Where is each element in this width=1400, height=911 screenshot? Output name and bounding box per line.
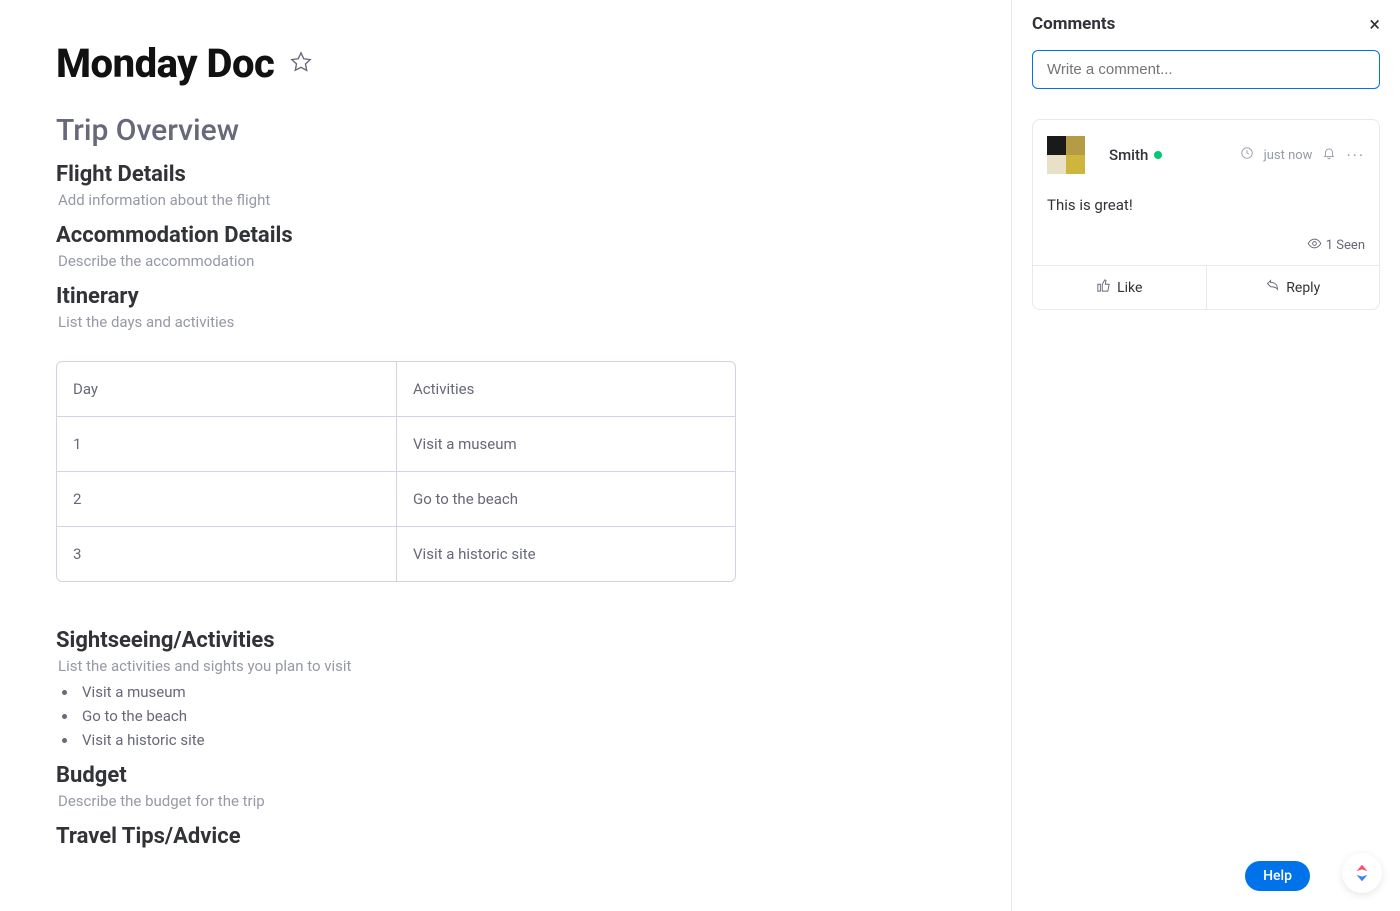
comments-panel: Comments × Smith	[1012, 0, 1400, 911]
table-header-row: Day Activities	[57, 362, 735, 417]
sightseeing-placeholder[interactable]: List the activities and sights you plan …	[58, 657, 1011, 675]
col-header-day[interactable]: Day	[57, 362, 397, 417]
budget-heading[interactable]: Budget	[56, 763, 1011, 788]
table-row: 3 Visit a historic site	[57, 527, 735, 581]
brand-bubble-icon[interactable]	[1342, 853, 1382, 893]
thumbs-up-icon	[1096, 278, 1111, 297]
presence-dot-icon	[1154, 151, 1162, 159]
clock-icon	[1240, 146, 1254, 164]
comment-text: This is great!	[1047, 196, 1365, 214]
table-row: 2 Go to the beach	[57, 472, 735, 527]
tips-heading[interactable]: Travel Tips/Advice	[56, 824, 1011, 849]
list-item[interactable]: Visit a historic site	[78, 731, 1011, 749]
cell-activity[interactable]: Visit a museum	[397, 417, 735, 472]
more-icon[interactable]: ···	[1346, 146, 1365, 165]
accommodation-placeholder[interactable]: Describe the accommodation	[58, 252, 1011, 270]
list-item[interactable]: Visit a museum	[78, 683, 1011, 701]
comment-input[interactable]	[1032, 50, 1380, 89]
comments-title: Comments	[1032, 14, 1115, 34]
reply-icon	[1265, 278, 1280, 297]
bell-icon[interactable]	[1322, 146, 1336, 164]
author-name: Smith	[1109, 146, 1148, 164]
itinerary-placeholder[interactable]: List the days and activities	[58, 313, 1011, 331]
like-label: Like	[1117, 280, 1142, 296]
cell-day[interactable]: 2	[57, 472, 397, 527]
help-button[interactable]: Help	[1245, 861, 1310, 891]
close-icon[interactable]: ×	[1369, 14, 1380, 34]
sightseeing-list[interactable]: Visit a museum Go to the beach Visit a h…	[78, 683, 1011, 749]
budget-placeholder[interactable]: Describe the budget for the trip	[58, 792, 1011, 810]
eye-icon	[1307, 236, 1322, 255]
like-button[interactable]: Like	[1033, 266, 1207, 309]
comment-timestamp: just now	[1264, 148, 1313, 163]
col-header-activities[interactable]: Activities	[397, 362, 735, 417]
cell-activity[interactable]: Go to the beach	[397, 472, 735, 527]
cell-activity[interactable]: Visit a historic site	[397, 527, 735, 581]
flight-placeholder[interactable]: Add information about the flight	[58, 191, 1011, 209]
itinerary-heading[interactable]: Itinerary	[56, 284, 1011, 309]
star-icon[interactable]	[290, 51, 312, 77]
accommodation-heading[interactable]: Accommodation Details	[56, 223, 1011, 248]
doc-title[interactable]: Monday Doc	[56, 40, 274, 87]
avatar[interactable]	[1047, 136, 1085, 174]
sightseeing-heading[interactable]: Sightseeing/Activities	[56, 628, 1011, 653]
reply-button[interactable]: Reply	[1207, 266, 1380, 309]
document-main: Monday Doc Trip Overview Flight Details …	[0, 0, 1012, 911]
table-row: 1 Visit a museum	[57, 417, 735, 472]
comment-card: Smith just now ···	[1032, 119, 1380, 310]
flight-heading[interactable]: Flight Details	[56, 162, 1011, 187]
overview-heading[interactable]: Trip Overview	[56, 113, 1011, 148]
list-item[interactable]: Go to the beach	[78, 707, 1011, 725]
itinerary-table[interactable]: Day Activities 1 Visit a museum 2 Go to …	[56, 361, 736, 582]
cell-day[interactable]: 1	[57, 417, 397, 472]
cell-day[interactable]: 3	[57, 527, 397, 581]
reply-label: Reply	[1286, 280, 1320, 296]
comment-author[interactable]: Smith	[1109, 146, 1162, 164]
seen-count[interactable]: 1 Seen	[1326, 238, 1365, 253]
